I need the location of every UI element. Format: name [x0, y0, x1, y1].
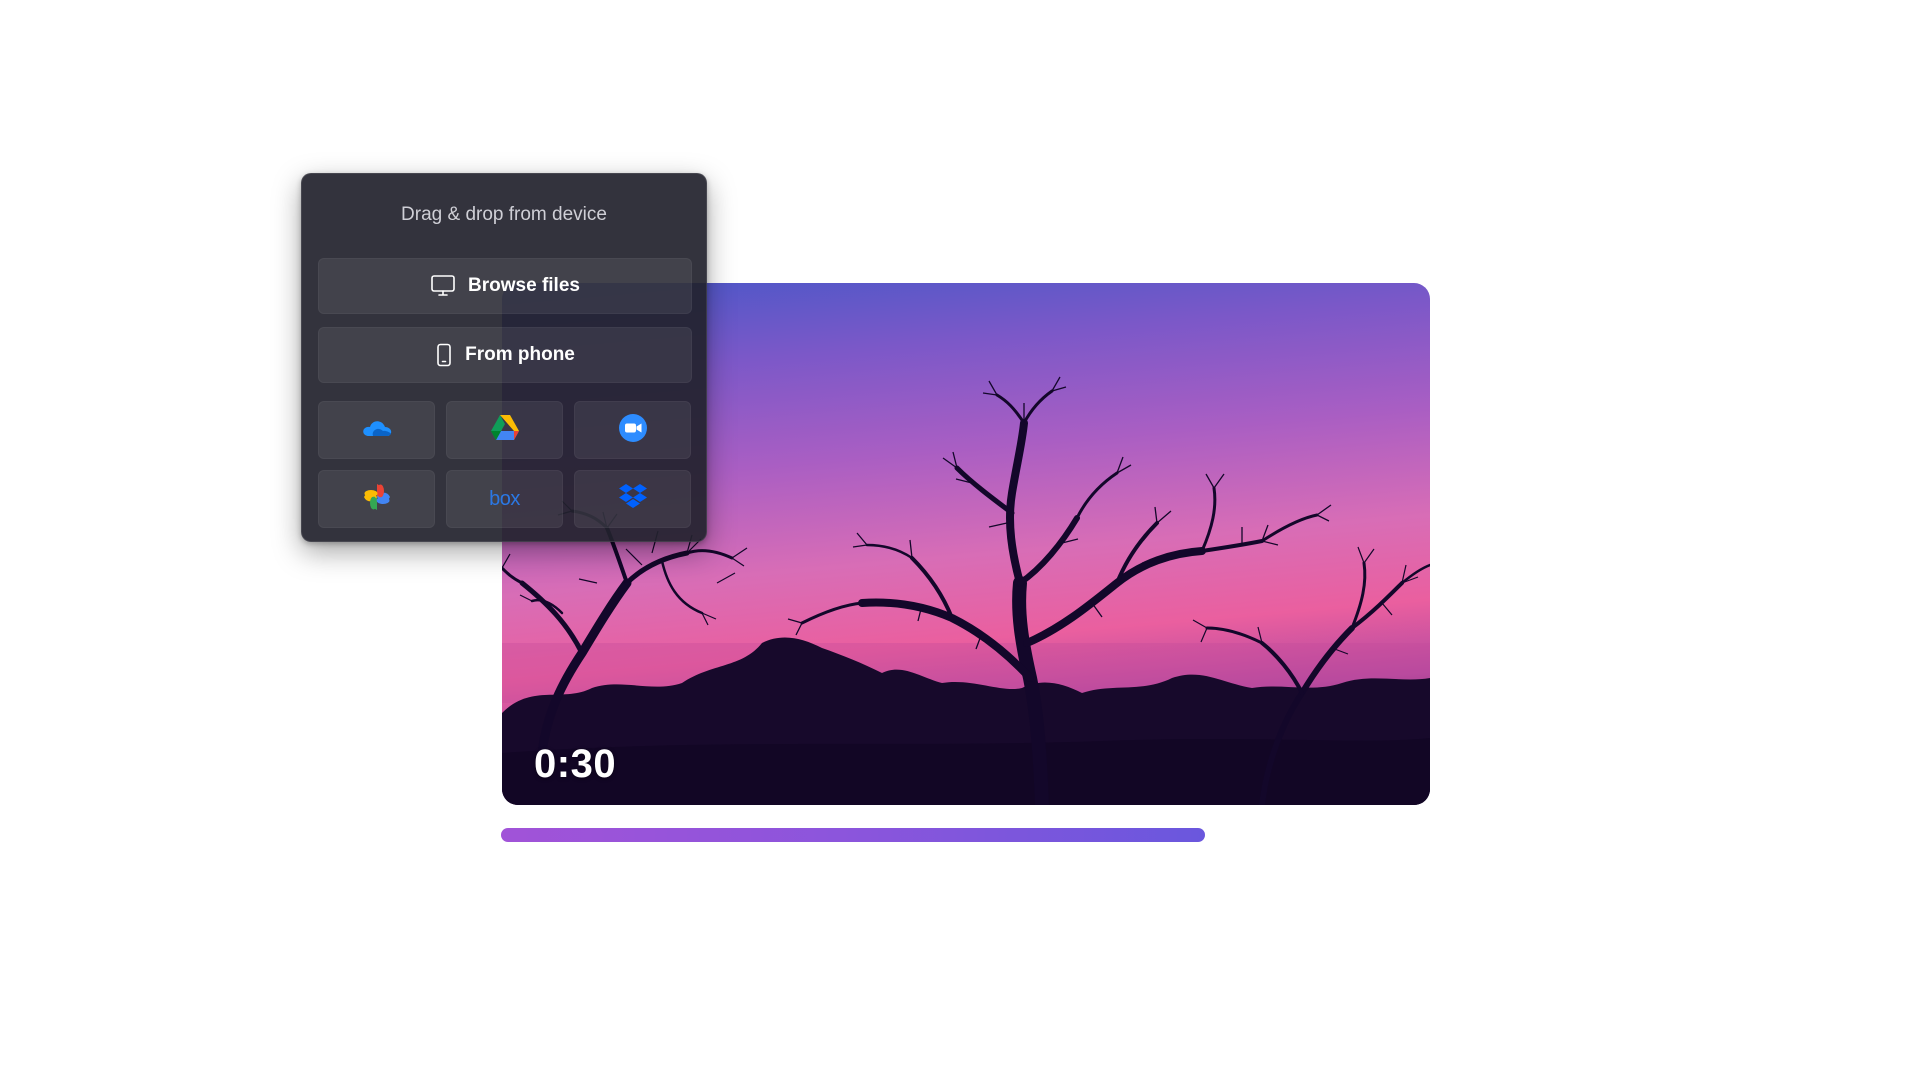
box-icon: box [489, 487, 520, 510]
onedrive-icon [361, 417, 393, 444]
google-photos-icon [362, 482, 392, 517]
dropbox-icon [617, 483, 649, 516]
browse-files-button[interactable]: Browse files [318, 258, 692, 314]
google-photos-button[interactable] [318, 470, 435, 528]
monitor-icon [430, 274, 456, 298]
from-phone-button[interactable]: From phone [318, 327, 692, 383]
onedrive-button[interactable] [318, 401, 435, 459]
zoom-button[interactable] [574, 401, 691, 459]
panel-title: Drag & drop from device [401, 204, 607, 225]
dropbox-button[interactable] [574, 470, 691, 528]
box-button[interactable]: box [446, 470, 563, 528]
from-phone-label: From phone [465, 344, 575, 365]
zoom-icon [618, 413, 648, 448]
upload-source-panel: Drag & drop from device Browse files Fro… [301, 173, 707, 542]
browse-files-label: Browse files [468, 275, 580, 296]
upload-progress-bar [501, 828, 1205, 842]
phone-icon [435, 343, 453, 367]
google-drive-button[interactable] [446, 401, 563, 459]
cloud-source-grid: box [318, 401, 692, 528]
google-drive-icon [490, 414, 520, 446]
video-duration: 0:30 [534, 742, 617, 786]
